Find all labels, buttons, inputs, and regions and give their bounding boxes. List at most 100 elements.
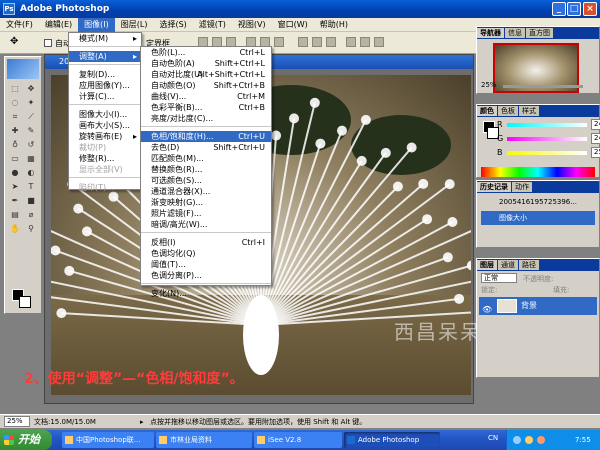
menu-item[interactable]: 修整(R)... xyxy=(69,153,141,164)
marquee-tool-icon[interactable]: ⬚ xyxy=(8,83,22,95)
menu-item[interactable]: 去色(D) Shift+Ctrl+U xyxy=(141,142,271,153)
zoom-tool-icon[interactable]: ⚲ xyxy=(24,223,38,235)
menu-item[interactable]: 图像(I) xyxy=(78,18,115,32)
background-color-swatch[interactable] xyxy=(19,296,31,308)
menu-item[interactable]: 滤镜(T) xyxy=(193,18,232,32)
task-item[interactable]: 中国Photoshop联... xyxy=(62,432,154,448)
menu-item[interactable]: 帮助(H) xyxy=(314,18,354,32)
menu-item[interactable]: 色相/饱和度(H)... Ctrl+U xyxy=(141,131,271,142)
green-slider[interactable] xyxy=(507,137,587,141)
menu-item[interactable]: 图像大小(I)... xyxy=(69,109,141,120)
tab-styles[interactable]: 样式 xyxy=(519,106,539,116)
clock[interactable]: 7:55 xyxy=(575,430,591,450)
history-step[interactable]: 图像大小 xyxy=(481,211,595,225)
menu-item[interactable]: 文件(F) xyxy=(0,18,39,32)
history-snapshot[interactable]: 2005416195725396... xyxy=(481,195,595,209)
pen-tool-icon[interactable]: ✒ xyxy=(8,195,22,207)
menu-item[interactable]: 色彩平衡(B)... Ctrl+B xyxy=(141,102,271,113)
menu-item[interactable]: 图层(L) xyxy=(115,18,154,32)
menu-item[interactable]: 选择(S) xyxy=(153,18,192,32)
menu-item[interactable]: 显示全部(V) xyxy=(69,164,141,175)
zoom-field[interactable]: 25% xyxy=(4,416,30,427)
menu-item[interactable]: 可选颜色(S)... xyxy=(141,175,271,186)
tab-history[interactable]: 历史记录 xyxy=(477,182,511,192)
menu-item[interactable]: 曲线(V)... Ctrl+M xyxy=(141,91,271,102)
move-tool-icon[interactable]: ✥ xyxy=(24,83,38,95)
task-item[interactable]: 市林业局资料 xyxy=(156,432,252,448)
language-indicator[interactable]: CN xyxy=(488,434,498,442)
navigator-zoom-slider[interactable] xyxy=(503,85,583,88)
eyedropper-tool-icon[interactable]: ⌀ xyxy=(24,209,38,221)
menu-item[interactable]: 视图(V) xyxy=(232,18,272,32)
menu-item[interactable]: 陷印(T)... xyxy=(69,182,141,193)
menu-item[interactable]: 计算(C)... xyxy=(69,91,141,102)
path-selection-tool-icon[interactable]: ➤ xyxy=(8,181,22,193)
tab-histogram[interactable]: 直方图 xyxy=(526,28,553,38)
navigator-zoom[interactable]: 25% xyxy=(481,81,497,89)
blur-tool-icon[interactable]: ● xyxy=(8,167,22,179)
distribute-bottom-icon[interactable] xyxy=(326,37,336,47)
tab-color[interactable]: 颜色 xyxy=(477,106,497,116)
network-icon[interactable] xyxy=(513,436,521,444)
menu-item[interactable]: 旋转画布(E) ▸ xyxy=(69,131,141,142)
color-spectrum-bar[interactable] xyxy=(481,167,595,177)
tab-info[interactable]: 信息 xyxy=(505,28,525,38)
notes-tool-icon[interactable]: ▤ xyxy=(8,209,22,221)
tab-navigator[interactable]: 导航器 xyxy=(477,28,504,38)
menu-item[interactable]: 画布大小(S)... xyxy=(69,120,141,131)
eye-icon[interactable]: 👁 xyxy=(482,301,492,319)
menu-item[interactable]: 模式(M) ▸ xyxy=(69,33,141,44)
tab-channels[interactable]: 通道 xyxy=(498,260,518,270)
menu-item[interactable]: 照片滤镜(F)... xyxy=(141,208,271,219)
menu-item[interactable]: 暗调/高光(W)... xyxy=(141,219,271,230)
tab-actions[interactable]: 动作 xyxy=(512,182,532,192)
shape-tool-icon[interactable]: ■ xyxy=(24,195,38,207)
distribute-right-icon[interactable] xyxy=(374,37,384,47)
tray-app-icon[interactable] xyxy=(537,436,545,444)
tab-swatches[interactable]: 色板 xyxy=(498,106,518,116)
menu-item[interactable]: 变化(N)... xyxy=(141,288,271,299)
move-tool-icon[interactable]: ✥ xyxy=(10,36,18,47)
maximize-button[interactable]: □ xyxy=(567,2,581,16)
lasso-tool-icon[interactable]: ◌ xyxy=(8,97,22,109)
brush-tool-icon[interactable]: ✎ xyxy=(24,125,38,137)
blue-slider[interactable] xyxy=(507,151,587,155)
menu-item[interactable]: 匹配颜色(M)... xyxy=(141,153,271,164)
menu-item[interactable]: 反相(I) Ctrl+I xyxy=(141,237,271,248)
menu-item[interactable]: 通道混合器(X)... xyxy=(141,186,271,197)
magic-wand-tool-icon[interactable]: ✦ xyxy=(24,97,38,109)
volume-icon[interactable] xyxy=(525,436,533,444)
layer-row-background[interactable]: 👁 背景 xyxy=(479,297,597,315)
menu-item[interactable]: 应用图像(Y)... xyxy=(69,80,141,91)
history-brush-tool-icon[interactable]: ↺ xyxy=(24,139,38,151)
menu-item[interactable]: 自动颜色(O) Shift+Ctrl+B xyxy=(141,80,271,91)
document-size[interactable]: 文档:15.0M/15.0M xyxy=(34,415,96,429)
blend-mode-select[interactable]: 正常 xyxy=(481,273,517,283)
task-item[interactable]: iSee V2.8 xyxy=(254,432,342,448)
distribute-left-icon[interactable] xyxy=(346,37,356,47)
menu-item[interactable]: 色调分离(P)... xyxy=(141,270,271,281)
menu-item[interactable]: 裁切(P) xyxy=(69,142,141,153)
menu-item[interactable]: 阈值(T)... xyxy=(141,259,271,270)
healing-brush-tool-icon[interactable]: ✚ xyxy=(8,125,22,137)
dodge-tool-icon[interactable]: ◐ xyxy=(24,167,38,179)
distribute-middle-icon[interactable] xyxy=(312,37,322,47)
auto-select-checkbox[interactable] xyxy=(44,39,52,47)
tab-layers[interactable]: 图层 xyxy=(477,260,497,270)
task-item-active[interactable]: Adobe Photoshop xyxy=(344,432,440,448)
start-button[interactable]: 开始 xyxy=(0,430,52,450)
crop-tool-icon[interactable]: ⌗ xyxy=(8,111,22,123)
red-value[interactable]: 249 xyxy=(591,119,600,130)
menu-item[interactable]: 替换颜色(R)... xyxy=(141,164,271,175)
menu-item[interactable]: 自动对比度(U) Alt+Shift+Ctrl+L xyxy=(141,69,271,80)
menu-item[interactable]: 窗口(W) xyxy=(272,18,314,32)
green-value[interactable]: 249 xyxy=(591,133,600,144)
eraser-tool-icon[interactable]: ▭ xyxy=(8,153,22,165)
clone-stamp-tool-icon[interactable]: ♁ xyxy=(8,139,22,151)
gradient-tool-icon[interactable]: ▦ xyxy=(24,153,38,165)
type-tool-icon[interactable]: T xyxy=(24,181,38,193)
menu-item[interactable]: 渐变映射(G)... xyxy=(141,197,271,208)
menu-item[interactable]: 调整(A) ▸ xyxy=(69,51,141,62)
tab-paths[interactable]: 路径 xyxy=(519,260,539,270)
blue-value[interactable]: 252 xyxy=(591,147,600,158)
